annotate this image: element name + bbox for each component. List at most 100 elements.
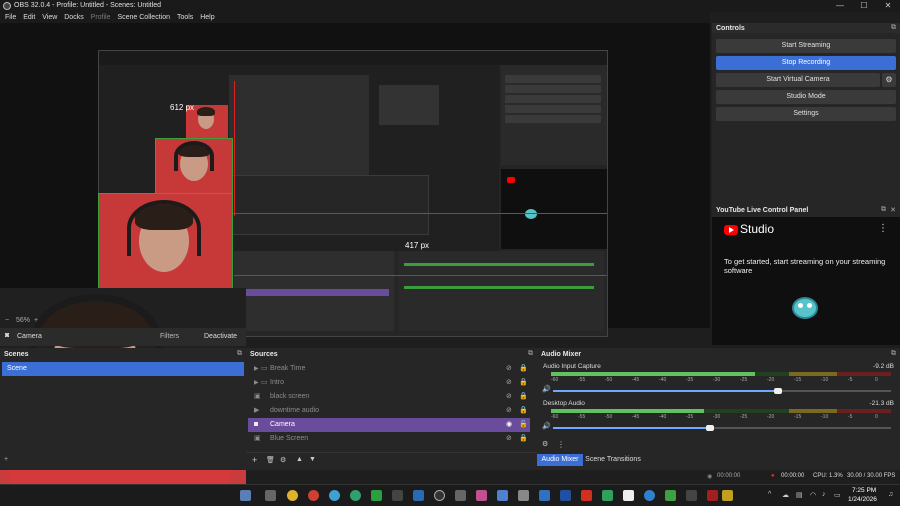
app-icon[interactable] xyxy=(560,490,571,501)
edge-icon[interactable] xyxy=(350,490,361,501)
expand-icon[interactable]: ▶ xyxy=(254,362,259,376)
zoom-out-icon[interactable]: − xyxy=(5,317,9,324)
tab-audio-mixer[interactable]: Audio Mixer xyxy=(537,454,583,466)
menu-profile[interactable]: Profile xyxy=(91,12,111,23)
source-item-camera[interactable]: ◙ Camera ◉ 🔓 xyxy=(248,418,530,432)
expand-icon[interactable]: ▶ xyxy=(254,376,259,390)
menu-view[interactable]: View xyxy=(42,12,57,23)
app-icon[interactable] xyxy=(518,490,529,501)
zoom-in-icon[interactable]: + xyxy=(34,317,38,324)
lock-icon[interactable]: 🔒 xyxy=(519,362,528,376)
hidden-eye-icon[interactable]: ⊘ xyxy=(506,404,512,418)
chrome-icon[interactable] xyxy=(287,490,298,501)
remove-source-icon[interactable]: 🗑 xyxy=(266,456,275,464)
volume-slider-knob[interactable] xyxy=(774,388,782,394)
chrome-profile-icon[interactable] xyxy=(308,490,319,501)
app-icon[interactable] xyxy=(623,490,634,501)
lock-icon[interactable]: 🔒 xyxy=(519,404,528,418)
browser-icon[interactable] xyxy=(329,490,340,501)
dock-float-icon[interactable]: ⧉ xyxy=(881,206,886,214)
menu-scene-collection[interactable]: Scene Collection xyxy=(117,12,170,23)
start-streaming-button[interactable]: Start Streaming xyxy=(716,39,896,53)
lock-icon[interactable]: 🔒 xyxy=(519,390,528,404)
steam-icon[interactable] xyxy=(392,490,403,501)
filters-button[interactable]: Filters xyxy=(160,333,179,340)
hidden-eye-icon[interactable]: ⊘ xyxy=(506,390,512,404)
taskbar-date: 1/24/2026 xyxy=(848,496,877,503)
source-item-downtime-audio[interactable]: ▶ downtime audio ⊘ 🔒 xyxy=(248,404,530,418)
source-item-black-screen[interactable]: ▣ black screen ⊘ 🔒 xyxy=(248,390,530,404)
more-options-icon[interactable]: ⋮ xyxy=(878,223,888,234)
app-icon[interactable] xyxy=(722,490,733,501)
hidden-eye-icon[interactable]: ⊘ xyxy=(506,432,512,446)
volume-slider-knob[interactable] xyxy=(706,425,714,431)
add-scene-icon[interactable]: + xyxy=(4,456,8,463)
app-icon[interactable] xyxy=(455,490,466,501)
source-item-intro[interactable]: ▶ ▭ Intro ⊘ 🔒 xyxy=(248,376,530,390)
tab-scene-transitions[interactable]: Scene Transitions xyxy=(585,454,641,466)
menu-docks[interactable]: Docks xyxy=(64,12,83,23)
file-explorer-icon[interactable] xyxy=(240,490,251,501)
menu-file[interactable]: File xyxy=(5,12,16,23)
menu-help[interactable]: Help xyxy=(200,12,214,23)
close-button[interactable]: ✕ xyxy=(876,0,900,12)
virtual-camera-settings-gear-icon[interactable]: ⚙ xyxy=(882,73,896,87)
studio-mode-button[interactable]: Studio Mode xyxy=(716,90,896,104)
wifi-icon[interactable]: ◠ xyxy=(810,491,816,499)
app-icon[interactable] xyxy=(497,490,508,501)
move-down-icon[interactable]: ▼ xyxy=(309,456,316,463)
app-icon[interactable] xyxy=(707,490,718,501)
hidden-eye-icon[interactable]: ⊘ xyxy=(506,376,512,390)
folder-icon: ▭ xyxy=(261,379,268,386)
app-icon[interactable] xyxy=(476,490,487,501)
advanced-audio-gear-icon[interactable]: ⚙ xyxy=(542,440,548,448)
acrobat-icon[interactable] xyxy=(581,490,592,501)
start-virtual-camera-button[interactable]: Start Virtual Camera xyxy=(716,73,880,87)
preview-canvas[interactable]: 612 px 417 px xyxy=(0,23,710,337)
unlock-icon[interactable]: 🔓 xyxy=(519,418,528,432)
dock-float-icon[interactable]: ⧉ xyxy=(891,350,896,358)
app-icon[interactable] xyxy=(644,490,655,501)
volume-icon[interactable]: 🔊 xyxy=(542,385,551,393)
dock-close-icon[interactable]: ✕ xyxy=(890,206,896,214)
app-icon[interactable] xyxy=(413,490,424,501)
hidden-eye-icon[interactable]: ⊘ xyxy=(506,362,512,376)
move-up-icon[interactable]: ▲ xyxy=(296,456,303,463)
settings-button[interactable]: Settings xyxy=(716,107,896,121)
notification-bell-icon[interactable]: ♫ xyxy=(888,491,893,498)
taskview-icon[interactable] xyxy=(265,490,276,501)
app-icon[interactable] xyxy=(539,490,550,501)
stop-recording-button[interactable]: Stop Recording xyxy=(716,56,896,70)
xbox-icon[interactable] xyxy=(371,490,382,501)
menu-tools[interactable]: Tools xyxy=(177,12,193,23)
source-item-break-time[interactable]: ▶ ▭ Break Time ⊘ 🔒 xyxy=(248,362,530,376)
volume-icon[interactable]: 🔊 xyxy=(542,422,551,430)
battery-icon[interactable]: ▭ xyxy=(834,491,841,499)
app-icon[interactable] xyxy=(665,490,676,501)
source-properties-gear-icon[interactable]: ⚙ xyxy=(280,456,286,464)
visible-eye-icon[interactable]: ◉ xyxy=(506,418,512,432)
minimize-button[interactable]: — xyxy=(828,0,852,12)
dock-float-icon[interactable]: ⧉ xyxy=(528,350,533,358)
menu-edit[interactable]: Edit xyxy=(23,12,35,23)
add-source-icon[interactable]: + xyxy=(252,455,257,465)
source-item-blue-screen[interactable]: ▣ Blue Screen ⊘ 🔒 xyxy=(248,432,530,446)
mixer-menu-icon[interactable]: ⋮ xyxy=(557,440,565,449)
deactivate-button[interactable]: Deactivate xyxy=(204,333,237,340)
dock-float-icon[interactable]: ⧉ xyxy=(891,24,896,32)
dock-float-icon[interactable]: ⧉ xyxy=(237,350,242,358)
source-label: Blue Screen xyxy=(270,435,309,442)
scenes-title: Scenes xyxy=(4,351,29,358)
scene-item[interactable]: Scene xyxy=(2,362,244,376)
cloud-icon[interactable]: ☁ xyxy=(782,491,789,499)
lock-icon[interactable]: 🔒 xyxy=(519,432,528,446)
network-icon[interactable]: ▤ xyxy=(796,491,803,499)
app-icon[interactable] xyxy=(686,490,697,501)
tray-chevron-icon[interactable]: ^ xyxy=(768,491,771,498)
app-icon[interactable] xyxy=(602,490,613,501)
source-label: Intro xyxy=(270,379,285,386)
obs-taskbar-icon[interactable] xyxy=(434,490,445,501)
speaker-icon[interactable]: ♪ xyxy=(822,491,826,498)
maximize-button[interactable]: ☐ xyxy=(852,0,876,12)
lock-icon[interactable]: 🔒 xyxy=(519,376,528,390)
